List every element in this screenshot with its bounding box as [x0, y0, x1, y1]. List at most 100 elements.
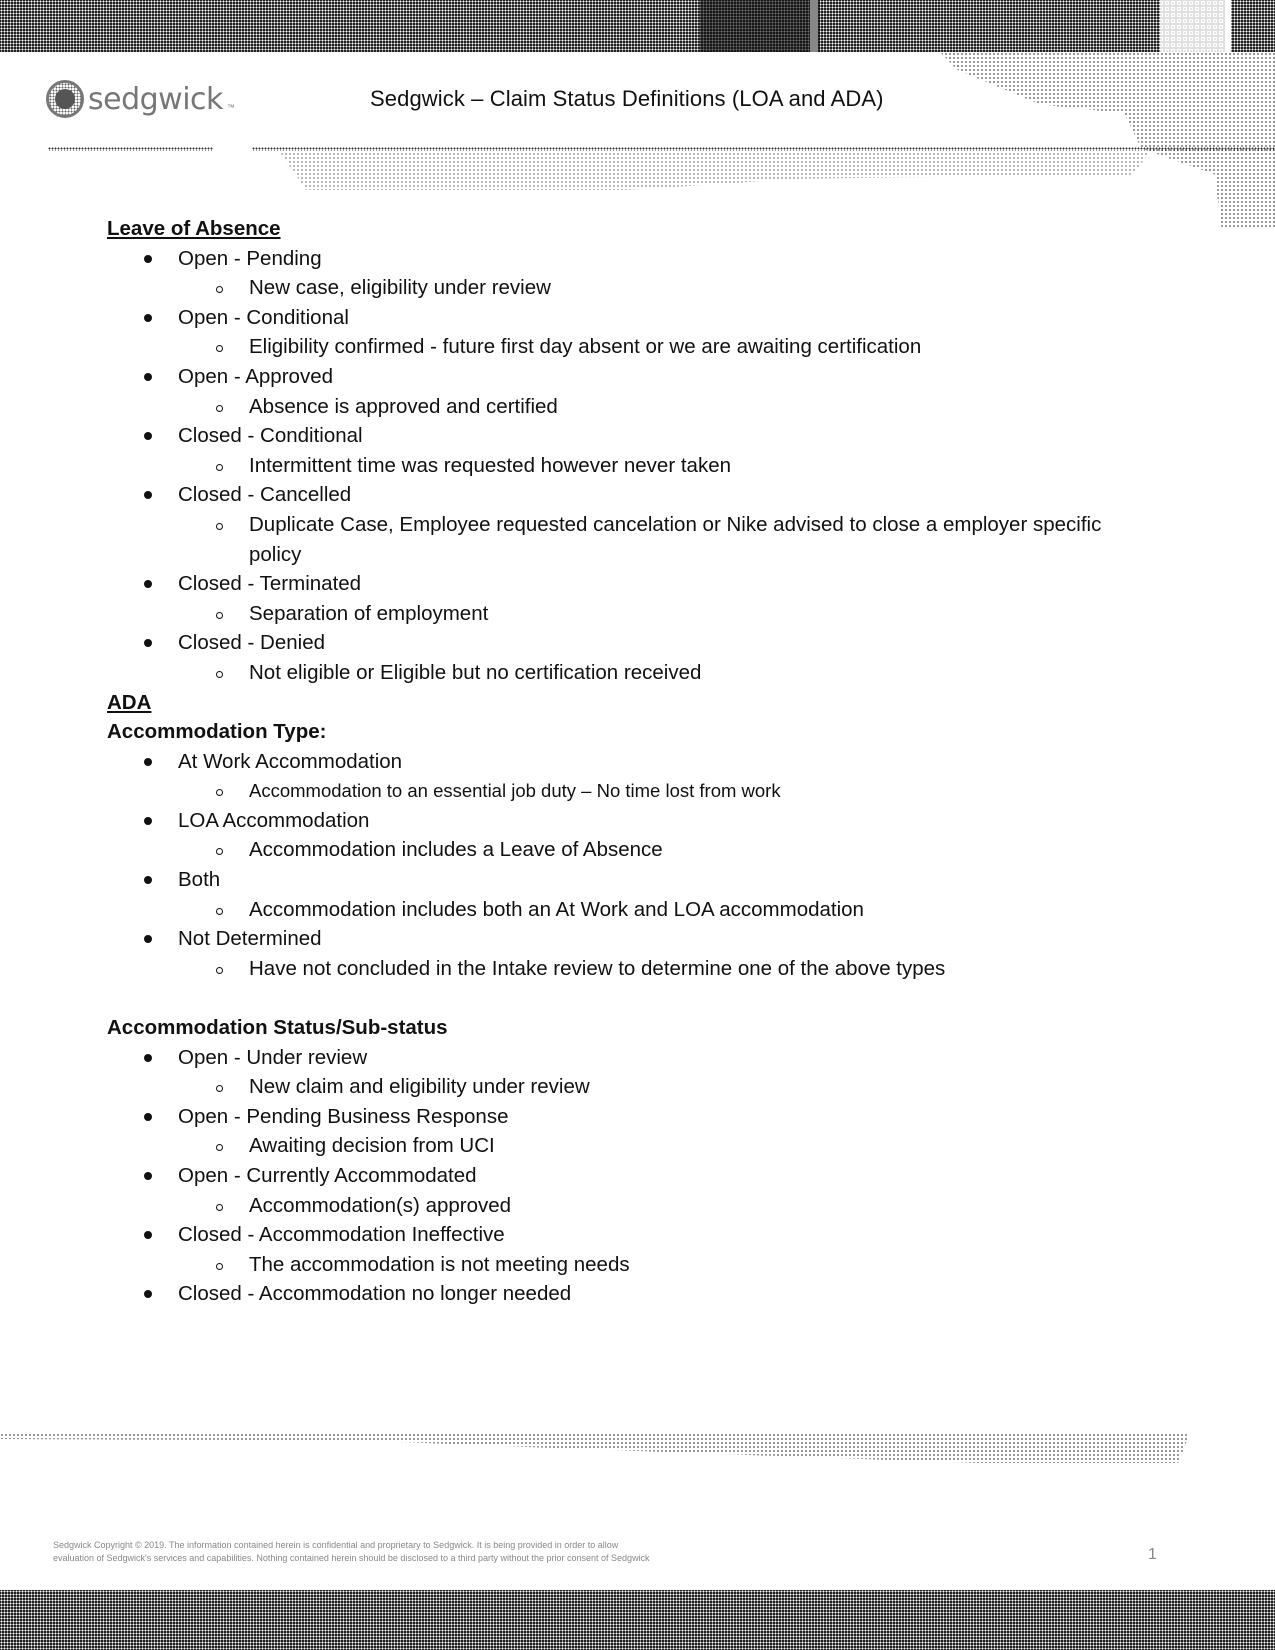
definition-text: Duplicate Case, Employee requested cance… [249, 512, 1102, 566]
header-band-segment [700, 0, 820, 52]
definition-text: Accommodation to an essential job duty –… [249, 780, 781, 802]
bullet-circle-icon [216, 1262, 223, 1270]
definition-list: Eligibility confirmed - future first day… [178, 332, 1127, 362]
status-item: Closed - Accommodation no longer needed [107, 1279, 1127, 1309]
accommodation-status-list: Open - Under review New claim and eligibi… [107, 1043, 1127, 1309]
document-body: Leave of Absence Open - Pending New case,… [107, 214, 1127, 1309]
status-label: Closed - Accommodation no longer needed [178, 1282, 572, 1306]
definition-item: Awaiting decision from UCI [178, 1131, 1127, 1161]
header-fade-decoration [940, 52, 1275, 227]
status-item: Closed - Conditional Intermittent time wa… [107, 421, 1127, 480]
bullet-circle-icon [216, 789, 223, 797]
status-label: Closed - Terminated [178, 572, 362, 596]
accommodation-type-heading: Accommodation Type: [107, 720, 327, 744]
status-item: Not Determined Have not concluded in the … [107, 924, 1127, 983]
definition-list: New case, eligibility under review [178, 273, 1127, 303]
definition-item: Accommodation(s) approved [178, 1191, 1127, 1221]
definition-text: New case, eligibility under review [249, 276, 551, 300]
bullet-circle-icon [216, 966, 223, 974]
definition-text: The accommodation is not meeting needs [249, 1252, 630, 1276]
definition-text: Accommodation(s) approved [249, 1193, 512, 1217]
status-item: Closed - Cancelled Duplicate Case, Employ… [107, 480, 1127, 569]
bullet-disc-icon [144, 580, 152, 589]
definition-list: Accommodation includes a Leave of Absenc… [178, 835, 1127, 865]
definition-item: Have not concluded in the Intake review … [178, 954, 1127, 984]
bullet-circle-icon [216, 286, 223, 294]
definition-text: Awaiting decision from UCI [249, 1134, 495, 1158]
document-title: Sedgwick – Claim Status Definitions (LOA… [370, 86, 884, 111]
accommodation-status-heading: Accommodation Status/Sub-status [107, 1016, 448, 1040]
bullet-disc-icon [144, 935, 152, 944]
status-label: At Work Accommodation [178, 749, 403, 773]
bullet-disc-icon [144, 816, 152, 825]
definition-item: Duplicate Case, Employee requested cance… [178, 510, 1127, 569]
definition-list: Duplicate Case, Employee requested cance… [178, 510, 1127, 569]
definition-text: Intermittent time was requested however … [249, 453, 731, 477]
definition-item: New case, eligibility under review [178, 273, 1127, 303]
header-rule-fade [280, 152, 1150, 190]
bullet-circle-icon [216, 670, 223, 678]
bullet-disc-icon [144, 1053, 152, 1062]
definition-item: Not eligible or Eligible but no certific… [178, 658, 1127, 688]
definition-item: Accommodation includes a Leave of Absenc… [178, 835, 1127, 865]
status-label: Closed - Cancelled [178, 483, 352, 507]
bullet-disc-icon [144, 372, 152, 381]
loa-heading: Leave of Absence [107, 217, 281, 240]
definition-item: Separation of employment [178, 599, 1127, 629]
header-band-gap [1225, 0, 1231, 52]
definition-text: Eligibility confirmed - future first day… [249, 335, 922, 359]
ada-heading: ADA [107, 690, 152, 714]
status-item: Open - Approved Absence is approved and c… [107, 362, 1127, 421]
status-item: Open - Under review New claim and eligibi… [107, 1043, 1127, 1102]
definition-item: The accommodation is not meeting needs [178, 1250, 1127, 1280]
definition-text: Absence is approved and certified [249, 394, 558, 418]
bullet-disc-icon [144, 1290, 152, 1299]
status-label: Closed - Denied [178, 631, 325, 655]
logo-wordmark: sedgwick [88, 81, 223, 117]
bullet-circle-icon [216, 1144, 223, 1152]
definition-list: Separation of employment [178, 599, 1127, 629]
header-band [0, 0, 1275, 52]
bullet-disc-icon [144, 757, 152, 766]
sedgwick-logo: sedgwick ™ [46, 80, 235, 118]
bullet-disc-icon [144, 254, 152, 263]
status-label: Open - Under review [178, 1045, 368, 1069]
definition-text: New claim and eligibility under review [249, 1075, 590, 1099]
definition-list: Awaiting decision from UCI [178, 1131, 1127, 1161]
definition-item: Absence is approved and certified [178, 392, 1127, 422]
bullet-circle-icon [216, 611, 223, 619]
bullet-circle-icon [216, 1203, 223, 1211]
definition-item: New claim and eligibility under review [178, 1072, 1127, 1102]
header-band-segment [810, 0, 818, 52]
definition-list: New claim and eligibility under review [178, 1072, 1127, 1102]
bullet-circle-icon [216, 848, 223, 856]
definition-item: Intermittent time was requested however … [178, 451, 1127, 481]
status-item: Closed - Denied Not eligible or Eligible … [107, 628, 1127, 687]
status-label: Closed - Accommodation Ineffective [178, 1223, 505, 1247]
copyright-line: Sedgwick Copyright © 2019. The informati… [53, 1540, 619, 1550]
status-label: Closed - Conditional [178, 424, 363, 448]
definition-list: Have not concluded in the Intake review … [178, 954, 1127, 984]
status-label: LOA Accommodation [178, 808, 370, 832]
copyright-notice: Sedgwick Copyright © 2019. The informati… [53, 1539, 713, 1564]
header-rule-right [252, 147, 1275, 151]
status-item: LOA Accommodation Accommodation includes … [107, 806, 1127, 865]
bullet-disc-icon [144, 432, 152, 441]
bullet-circle-icon [216, 404, 223, 412]
definition-item: Eligibility confirmed - future first day… [178, 332, 1127, 362]
definition-list: Not eligible or Eligible but no certific… [178, 658, 1127, 688]
definition-list: Absence is approved and certified [178, 392, 1127, 422]
bullet-disc-icon [144, 313, 152, 322]
status-label: Open - Currently Accommodated [178, 1164, 477, 1187]
definition-list: Intermittent time was requested however … [178, 451, 1127, 481]
definition-item: Accommodation to an essential job duty –… [178, 776, 1127, 806]
definition-text: Separation of employment [249, 601, 489, 625]
definition-list: The accommodation is not meeting needs [178, 1250, 1127, 1280]
bullet-disc-icon [144, 639, 152, 648]
status-item: Open - Conditional Eligibility confirmed … [107, 303, 1127, 362]
status-item: At Work Accommodation Accommodation to an… [107, 747, 1127, 806]
status-item: Both Accommodation includes both an At Wo… [107, 865, 1127, 924]
definition-text: Not eligible or Eligible but no certific… [249, 660, 702, 684]
status-label: Not Determined [178, 927, 322, 951]
footer-band [0, 1590, 1275, 1650]
